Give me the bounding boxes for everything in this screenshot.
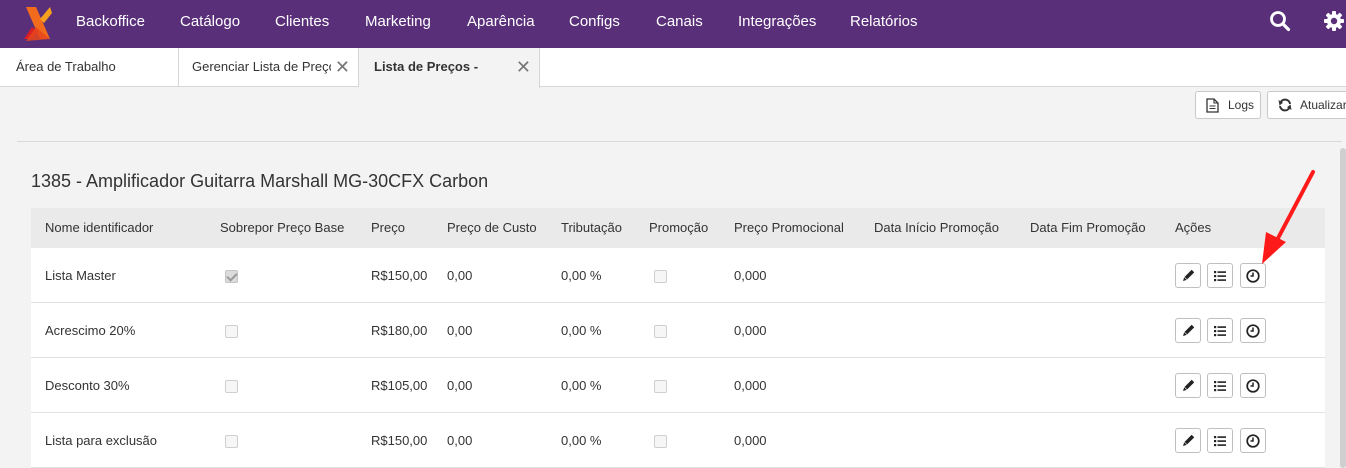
column-header[interactable]: Nome identificador	[45, 208, 153, 248]
promo-checkbox	[654, 380, 667, 393]
promo-checkbox	[654, 435, 667, 448]
divider	[17, 141, 1342, 142]
pencil-icon	[1183, 379, 1195, 391]
edit-button[interactable]	[1175, 428, 1201, 453]
column-header[interactable]: Data Início Promoção	[874, 208, 999, 248]
top-navbar: Backoffice Catálogo Clientes Marketing A…	[0, 0, 1346, 48]
search-icon[interactable]	[1269, 10, 1291, 32]
row-tax: 0,00 %	[561, 268, 602, 283]
column-header[interactable]: Data Fim Promoção	[1030, 208, 1146, 248]
tab-label: Gerenciar Lista de Preços	[192, 59, 343, 74]
logo[interactable]	[22, 5, 54, 43]
row-price: R$180,00	[371, 323, 428, 338]
details-button[interactable]	[1207, 263, 1233, 288]
column-header[interactable]: Tributação	[561, 208, 622, 248]
list-icon	[1214, 271, 1226, 282]
clock-icon	[1246, 324, 1260, 338]
column-header[interactable]: Preço Promocional	[734, 208, 844, 248]
tab-bar: Área de Trabalho Gerenciar Lista de Preç…	[0, 48, 1346, 88]
close-icon[interactable]: ✕	[516, 48, 531, 86]
row-price: R$150,00	[371, 433, 428, 448]
clock-icon	[1246, 434, 1260, 448]
logs-label: Logs	[1228, 98, 1255, 112]
table-header: Nome identificador Sobrepor Preço Base P…	[31, 208, 1325, 248]
edit-button[interactable]	[1175, 263, 1201, 288]
override-checkbox	[225, 380, 238, 393]
details-button[interactable]	[1207, 373, 1233, 398]
pencil-icon	[1183, 434, 1195, 446]
table-row: Desconto 30% R$105,00 0,00 0,00 % 0,000	[31, 358, 1325, 413]
row-cost: 0,00	[447, 433, 473, 448]
row-promo-price: 0,000	[734, 323, 767, 338]
column-header[interactable]: Preço	[371, 208, 405, 248]
edit-button[interactable]	[1175, 318, 1201, 343]
row-cost: 0,00	[447, 378, 473, 393]
override-checkbox	[225, 270, 238, 283]
tab-lista-de-precos[interactable]: Lista de Preços - ✕	[359, 48, 540, 88]
refresh-icon	[1278, 98, 1292, 112]
row-name: Desconto 30%	[45, 378, 130, 393]
refresh-button[interactable]: Atualizar	[1267, 91, 1346, 119]
pencil-icon	[1183, 269, 1195, 281]
row-tax: 0,00 %	[561, 433, 602, 448]
column-header[interactable]: Sobrepor Preço Base	[220, 208, 344, 248]
tab-gerenciar-lista-de-precos[interactable]: Gerenciar Lista de Preços ✕	[179, 48, 359, 87]
row-tax: 0,00 %	[561, 378, 602, 393]
table-row: Lista Master R$150,00 0,00 0,00 % 0,000	[31, 248, 1325, 303]
clock-icon	[1246, 379, 1260, 393]
override-checkbox	[225, 435, 238, 448]
nav-item-clientes[interactable]: Clientes	[275, 0, 329, 48]
column-header[interactable]: Preço de Custo	[447, 208, 537, 248]
details-button[interactable]	[1207, 318, 1233, 343]
edit-button[interactable]	[1175, 373, 1201, 398]
row-promo-price: 0,000	[734, 433, 767, 448]
row-promo-price: 0,000	[734, 268, 767, 283]
tab-label: Área de Trabalho	[16, 59, 116, 74]
price-list-table: Nome identificador Sobrepor Preço Base P…	[31, 208, 1325, 468]
close-icon[interactable]: ✕	[330, 48, 350, 86]
logs-button[interactable]: Logs	[1195, 91, 1261, 119]
nav-item-integracoes[interactable]: Integrações	[738, 0, 816, 48]
nav-item-marketing[interactable]: Marketing	[365, 0, 431, 48]
row-promo-price: 0,000	[734, 378, 767, 393]
nav-item-catalogo[interactable]: Catálogo	[180, 0, 240, 48]
row-name: Lista Master	[45, 268, 116, 283]
column-header[interactable]: Promoção	[649, 208, 708, 248]
list-icon	[1214, 436, 1226, 447]
nav-item-relatorios[interactable]: Relatórios	[850, 0, 918, 48]
history-button[interactable]	[1240, 428, 1266, 453]
promo-checkbox	[654, 325, 667, 338]
history-button[interactable]	[1240, 318, 1266, 343]
table-row: Acrescimo 20% R$180,00 0,00 0,00 % 0,000	[31, 303, 1325, 358]
row-name: Lista para exclusão	[45, 433, 158, 448]
table-row: Lista para exclusão R$150,00 0,00 0,00 %…	[31, 413, 1325, 468]
document-icon	[1206, 98, 1219, 113]
tab-area-de-trabalho[interactable]: Área de Trabalho	[0, 48, 179, 87]
page-title: 1385 - Amplificador Guitarra Marshall MG…	[31, 171, 489, 191]
history-button[interactable]	[1240, 373, 1266, 398]
row-tax: 0,00 %	[561, 323, 602, 338]
annotation-arrow-icon	[1262, 170, 1315, 264]
row-cost: 0,00	[447, 323, 473, 338]
nav-item-configs[interactable]: Configs	[569, 0, 620, 48]
clock-icon	[1246, 269, 1260, 283]
nav-item-backoffice[interactable]: Backoffice	[76, 0, 145, 48]
list-icon	[1214, 326, 1226, 337]
row-cost: 0,00	[447, 268, 473, 283]
override-checkbox	[225, 325, 238, 338]
row-price: R$105,00	[371, 378, 428, 393]
refresh-label: Atualizar	[1300, 98, 1346, 112]
row-name: Acrescimo 20%	[45, 323, 136, 338]
column-header: Ações	[1175, 220, 1212, 235]
scrollbar[interactable]	[1340, 148, 1346, 468]
details-button[interactable]	[1207, 428, 1233, 453]
pencil-icon	[1183, 324, 1195, 336]
tab-label: Lista de Preços -	[374, 59, 479, 74]
nav-item-aparencia[interactable]: Aparência	[467, 0, 535, 48]
list-icon	[1214, 381, 1226, 392]
row-price: R$150,00	[371, 268, 428, 283]
nav-item-canais[interactable]: Canais	[656, 0, 703, 48]
promo-checkbox	[654, 270, 667, 283]
gear-icon[interactable]	[1323, 10, 1345, 32]
